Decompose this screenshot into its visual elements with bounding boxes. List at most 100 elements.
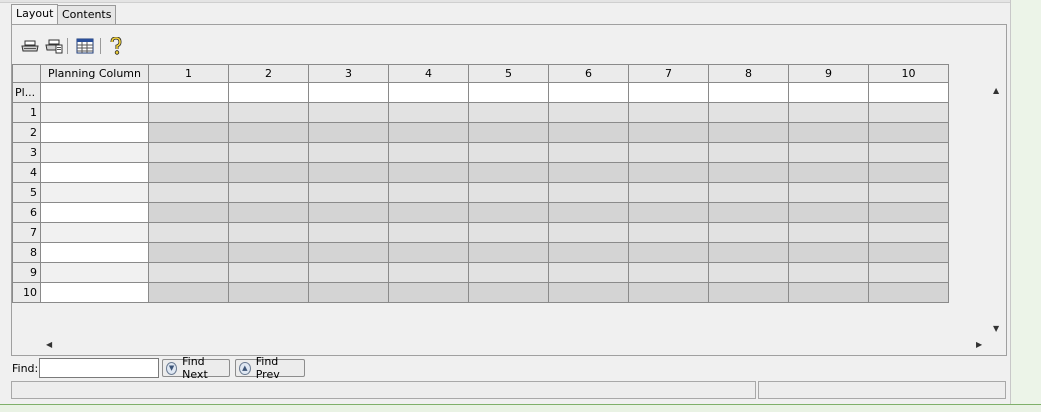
grid-cell[interactable] [628,222,709,243]
grid-cell[interactable] [708,262,789,283]
grid-cell[interactable] [628,242,709,263]
grid-cell[interactable] [148,82,229,103]
grid-cell[interactable] [708,202,789,223]
row-header[interactable]: 5 [12,182,41,203]
planning-cell[interactable] [40,282,149,303]
grid-cell[interactable] [628,122,709,143]
grid-cell[interactable] [40,82,149,103]
grid-cell[interactable] [628,162,709,183]
grid-cell[interactable] [868,142,949,163]
grid-cell[interactable] [548,102,629,123]
grid-cell[interactable] [228,242,309,263]
planning-cell[interactable] [40,142,149,163]
row-header[interactable]: 9 [12,262,41,283]
grid-cell[interactable] [228,202,309,223]
grid-cell[interactable] [228,122,309,143]
column-header[interactable]: 6 [548,64,629,83]
grid-cell[interactable] [148,202,229,223]
grid-cell[interactable] [628,142,709,163]
scroll-down-icon[interactable]: ▼ [993,324,999,333]
tab-layout[interactable]: Layout [11,4,58,26]
grid-cell[interactable] [388,162,469,183]
grid-cell[interactable] [548,142,629,163]
planning-cell[interactable] [40,202,149,223]
horizontal-scrollbar[interactable]: ◀ ▶ [40,338,988,352]
grid-cell[interactable] [228,162,309,183]
row-header[interactable]: 2 [12,122,41,143]
grid-cell[interactable] [148,262,229,283]
help-icon[interactable] [106,36,126,56]
grid-cell[interactable] [468,182,549,203]
grid-cell[interactable] [388,82,469,103]
grid-cell[interactable] [388,242,469,263]
grid-cell[interactable] [708,142,789,163]
grid-cell[interactable] [548,282,629,303]
grid-cell[interactable] [548,262,629,283]
grid-cell[interactable] [628,262,709,283]
grid-cell[interactable] [548,222,629,243]
grid-cell[interactable] [388,262,469,283]
grid-cell[interactable] [628,282,709,303]
grid-cell[interactable] [468,142,549,163]
table-settings-icon[interactable] [75,36,95,56]
grid-cell[interactable] [788,262,869,283]
grid-cell[interactable] [628,102,709,123]
grid-cell[interactable] [308,122,389,143]
column-header[interactable]: 1 [148,64,229,83]
grid-cell[interactable] [868,242,949,263]
grid-cell[interactable] [788,202,869,223]
planning-cell[interactable] [40,262,149,283]
grid-cell[interactable] [308,202,389,223]
grid-cell[interactable] [228,102,309,123]
grid-cell[interactable] [868,222,949,243]
grid-cell[interactable] [388,182,469,203]
column-header[interactable]: 5 [468,64,549,83]
planning-cell[interactable] [40,222,149,243]
grid-cell[interactable] [228,282,309,303]
grid-cell[interactable] [868,262,949,283]
grid-cell[interactable] [788,222,869,243]
grid-cell[interactable] [388,222,469,243]
grid-cell[interactable] [388,202,469,223]
grid-cell[interactable] [548,162,629,183]
scroll-left-icon[interactable]: ◀ [46,340,52,349]
row-header[interactable]: 1 [12,102,41,123]
grid-cell[interactable] [148,142,229,163]
grid-cell[interactable] [308,102,389,123]
column-header[interactable]: 4 [388,64,469,83]
grid-cell[interactable] [468,262,549,283]
grid-cell[interactable] [708,182,789,203]
grid-cell[interactable] [308,142,389,163]
planning-cell[interactable] [40,122,149,143]
grid-cell[interactable] [148,222,229,243]
find-input[interactable] [39,358,159,378]
column-header-planning[interactable]: Planning Column [40,64,149,83]
grid-cell[interactable] [468,242,549,263]
column-header[interactable]: 8 [708,64,789,83]
grid-cell[interactable] [708,242,789,263]
scroll-right-icon[interactable]: ▶ [976,340,982,349]
grid-cell[interactable] [548,122,629,143]
grid-cell[interactable] [868,202,949,223]
grid-cell[interactable] [548,202,629,223]
grid-cell[interactable] [308,222,389,243]
grid-cell[interactable] [308,242,389,263]
grid-cell[interactable] [388,122,469,143]
grid-cell[interactable] [308,262,389,283]
find-next-button[interactable]: ▼ Find Next [162,355,230,381]
column-header[interactable]: 2 [228,64,309,83]
grid-cell[interactable] [548,82,629,103]
grid-cell[interactable] [628,202,709,223]
grid-cell[interactable] [468,282,549,303]
planning-cell[interactable] [40,162,149,183]
grid-cell[interactable] [708,222,789,243]
grid-cell[interactable] [228,182,309,203]
grid-cell[interactable] [868,282,949,303]
grid-cell[interactable] [868,102,949,123]
row-header-planning[interactable]: Pl... [12,82,41,103]
grid-cell[interactable] [468,162,549,183]
grid-cell[interactable] [228,262,309,283]
column-header[interactable]: 10 [868,64,949,83]
grid-cell[interactable] [148,102,229,123]
scroll-up-icon[interactable]: ▲ [993,86,999,95]
